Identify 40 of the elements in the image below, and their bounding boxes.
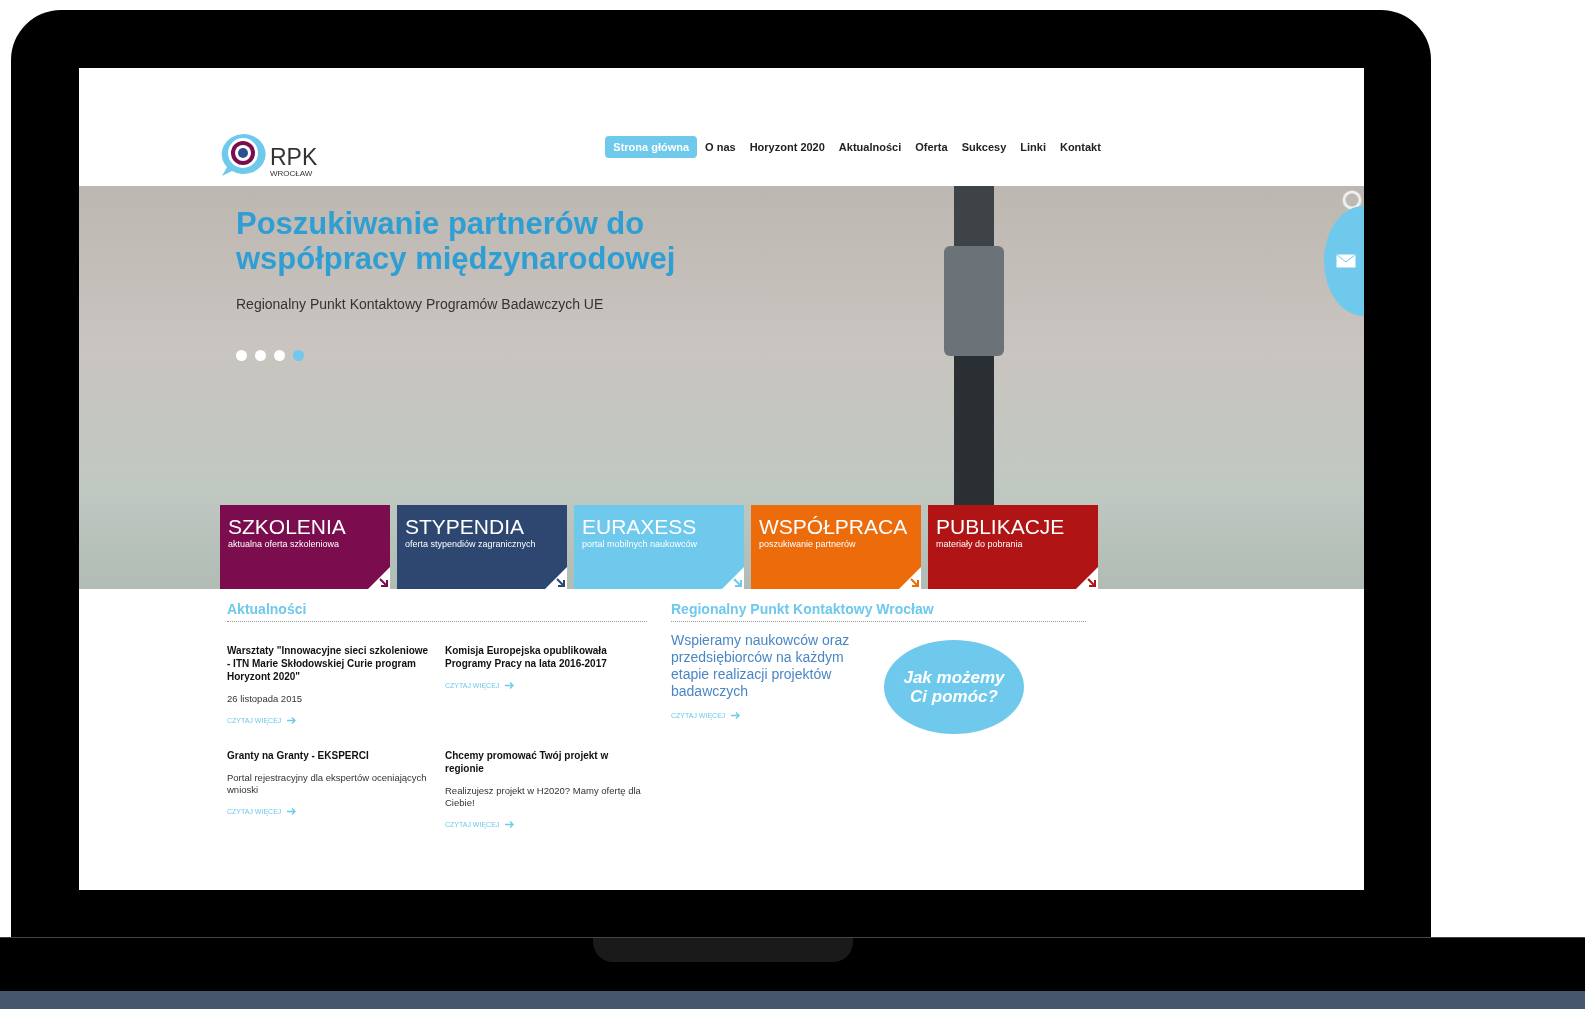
news-excerpt: Portal rejestracyjny dla ekspertów oceniających wnioski: [227, 772, 428, 796]
arrow-right-icon: [287, 808, 297, 815]
envelope-icon: [1336, 254, 1356, 268]
news-date: 26 listopada 2015: [227, 693, 303, 705]
news-title[interactable]: Granty na Granty - EKSPERCI: [227, 749, 429, 762]
corner-arrow-icon: [545, 567, 567, 589]
nav-link[interactable]: Oferta: [909, 136, 954, 158]
news-title[interactable]: Warsztaty "Innowacyjne sieci szkoleniowe - ITN Marie Skłodowskiej Curie program Horyzont 2020": [227, 644, 429, 683]
nav-link[interactable]: Kontakt: [1053, 136, 1107, 158]
news-title[interactable]: Chcemy promować Twój projekt w regionie: [445, 749, 647, 775]
nav-link[interactable]: O nas: [699, 136, 742, 158]
slide-subtitle: Regionalny Punkt Kontaktowy Programów Badawczych UE: [236, 296, 605, 312]
ring-icon: [1342, 190, 1362, 210]
arrow-right-icon: [505, 682, 515, 689]
section-heading: Aktualności: [227, 601, 647, 622]
nav-link[interactable]: Sukcesy: [955, 136, 1013, 158]
slider-dot[interactable]: [255, 350, 266, 361]
slider-dot[interactable]: [293, 350, 304, 361]
category-tile[interactable]: STYPENDIA oferta stypendiów zagranicznych: [397, 505, 567, 589]
nav-link[interactable]: Horyzont 2020: [743, 136, 831, 158]
news-title[interactable]: Komisja Europejska opublikowała Programy Pracy na lata 2016-2017: [445, 644, 647, 670]
arrow-right-icon: [505, 821, 515, 828]
intro-text: Wspieramy naukowców oraz przedsiębiorców na każdym etapie realizacji projektów badawczych: [671, 632, 851, 700]
corner-arrow-icon: [722, 567, 744, 589]
corner-arrow-icon: [899, 567, 921, 589]
nav-link[interactable]: Aktualności: [832, 136, 908, 158]
news-excerpt: Realizujesz projekt w H2020? Mamy ofertę dla Ciebie!: [445, 785, 642, 809]
nav-link[interactable]: Linki: [1014, 136, 1052, 158]
category-tile[interactable]: SZKOLENIA aktualna oferta szkoleniowa: [220, 505, 390, 589]
corner-arrow-icon: [1076, 567, 1098, 589]
arrow-right-icon: [287, 717, 297, 724]
logo-name: RPK: [270, 146, 318, 169]
logo-city: WROCŁAW: [270, 169, 314, 178]
slider-dot[interactable]: [274, 350, 285, 361]
category-tile[interactable]: PUBLIKACJE materiały do pobrania: [928, 505, 1098, 589]
slider-dot[interactable]: [236, 350, 247, 361]
section-heading: Regionalny Punkt Kontaktowy Wrocław: [671, 601, 1086, 622]
slide-title: Poszukiwanie partnerów do współpracy międzynarodowej: [236, 206, 677, 276]
arrow-right-icon: [731, 712, 741, 719]
corner-arrow-icon: [368, 567, 390, 589]
